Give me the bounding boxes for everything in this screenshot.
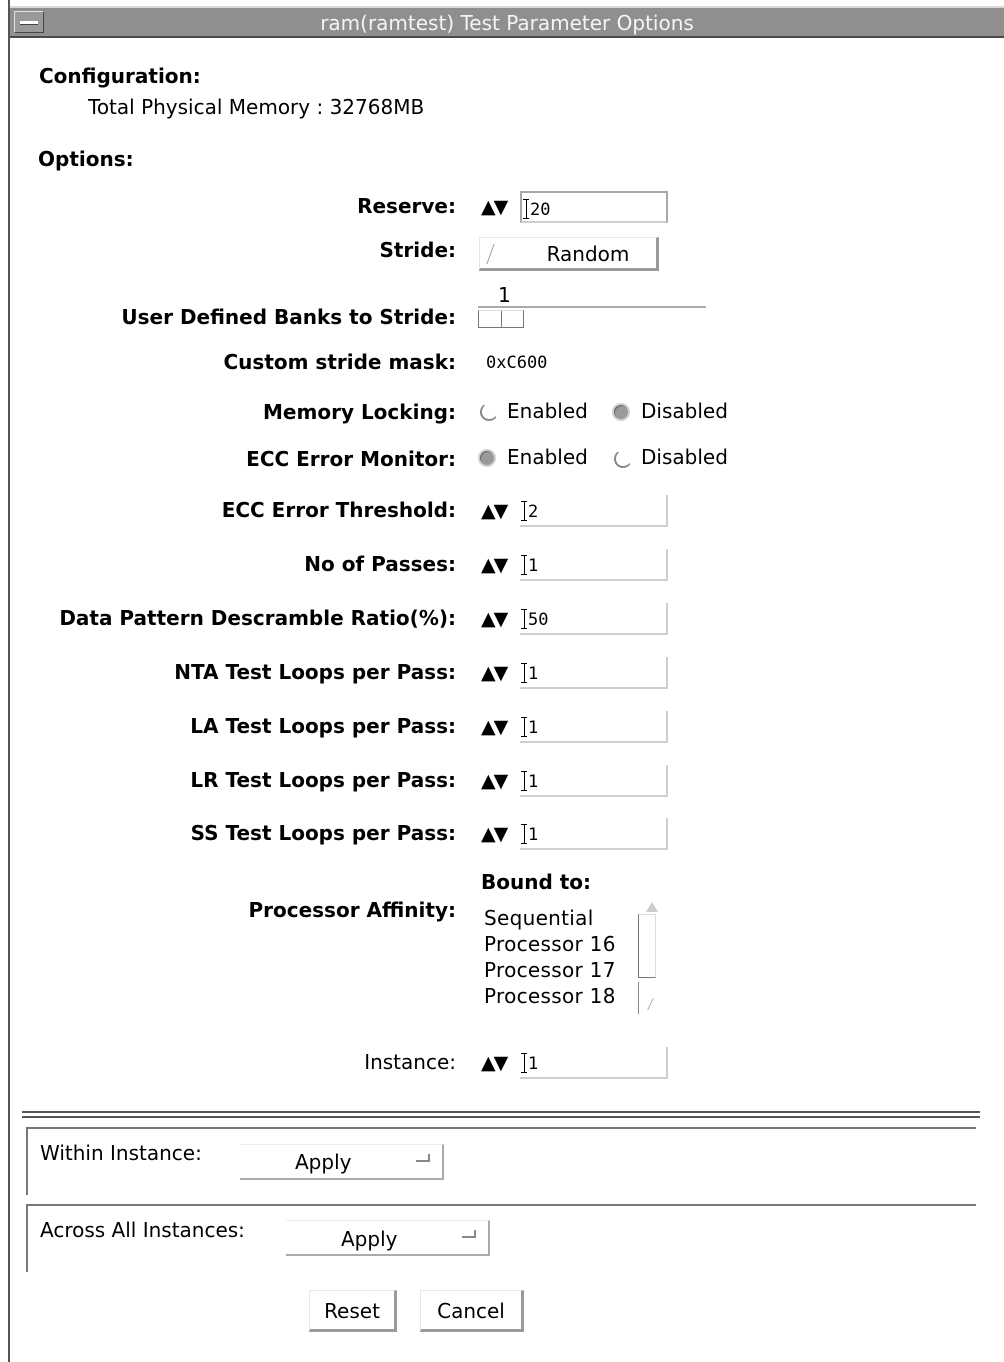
options-heading: Options: — [38, 147, 134, 171]
bound-to-label: Bound to: — [481, 870, 592, 894]
la-loops-spinner[interactable]: ▲▼ — [481, 716, 508, 738]
menu-mark-icon — [462, 1230, 476, 1238]
banks-slider-thumb[interactable] — [478, 310, 524, 328]
processor-list-scrollbar[interactable] — [638, 902, 658, 1014]
instance-label: Instance: — [364, 1050, 456, 1074]
ss-loops-spinner[interactable]: ▲▼ — [481, 823, 508, 845]
text-cursor — [521, 1053, 527, 1073]
passes-spinner[interactable]: ▲▼ — [481, 554, 508, 576]
descramble-label: Data Pattern Descramble Ratio(%): — [59, 606, 456, 630]
stride-mask-label: Custom stride mask: — [223, 350, 457, 374]
passes-label: No of Passes: — [304, 552, 456, 576]
list-item[interactable]: Sequential — [484, 906, 594, 930]
reserve-input[interactable]: 20 — [520, 191, 668, 223]
stride-mask-value: 0xC600 — [486, 353, 548, 373]
lr-loops-spinner[interactable]: ▲▼ — [481, 770, 508, 792]
memory-locking-enabled-radio[interactable] — [480, 403, 498, 421]
processor-affinity-list[interactable]: Sequential Processor 16 Processor 17 Pro… — [480, 902, 660, 1016]
text-cursor — [521, 771, 527, 791]
memory-locking-enabled-text: Enabled — [507, 399, 588, 423]
scroll-thumb[interactable] — [638, 914, 656, 978]
list-item[interactable]: Processor 18 — [484, 984, 616, 1008]
la-loops-input[interactable]: 1 — [520, 711, 668, 743]
ecc-monitor-disabled-radio[interactable] — [614, 450, 632, 468]
within-instance-label: Within Instance: — [40, 1141, 202, 1165]
window-left-border — [8, 0, 10, 1362]
ss-loops-input[interactable]: 1 — [520, 818, 668, 850]
la-loops-label: LA Test Loops per Pass: — [190, 714, 456, 738]
ecc-threshold-value: 2 — [528, 502, 539, 522]
nta-loops-spinner[interactable]: ▲▼ — [481, 662, 508, 684]
memory-locking-disabled-text: Disabled — [641, 399, 728, 423]
nta-loops-input[interactable]: 1 — [520, 657, 668, 689]
descramble-value: 50 — [528, 610, 549, 630]
stride-value: Random — [546, 242, 630, 266]
instance-value: 1 — [528, 1054, 539, 1074]
reserve-spinner[interactable]: ▲▼ — [481, 196, 508, 218]
memory-locking-disabled-radio[interactable] — [612, 403, 630, 421]
descramble-spinner[interactable]: ▲▼ — [481, 608, 508, 630]
scroll-up-icon[interactable] — [646, 902, 658, 912]
ss-loops-label: SS Test Loops per Pass: — [190, 821, 456, 845]
ecc-threshold-label: ECC Error Threshold: — [221, 498, 456, 522]
la-loops-value: 1 — [528, 718, 539, 738]
nta-loops-value: 1 — [528, 664, 539, 684]
title-bar[interactable]: ram(ramtest) Test Parameter Options — [10, 6, 1004, 38]
instance-spinner[interactable]: ▲▼ — [481, 1052, 508, 1074]
across-instances-apply-text: Apply — [341, 1227, 398, 1251]
instance-input[interactable]: 1 — [520, 1047, 668, 1079]
text-cursor — [521, 717, 527, 737]
menu-mark-icon — [416, 1154, 430, 1162]
ecc-threshold-spinner[interactable]: ▲▼ — [481, 500, 508, 522]
across-instances-label: Across All Instances: — [40, 1218, 245, 1242]
scroll-track[interactable] — [638, 982, 639, 1014]
text-cursor — [521, 501, 527, 521]
ecc-monitor-enabled-text: Enabled — [507, 445, 588, 469]
across-instances-apply-menu[interactable]: Apply — [286, 1220, 490, 1256]
scroll-down-icon[interactable] — [647, 998, 656, 1010]
cancel-button[interactable]: Cancel — [420, 1290, 524, 1332]
total-memory-text: Total Physical Memory : 32768MB — [88, 95, 425, 119]
stride-label: Stride: — [379, 238, 456, 262]
list-item[interactable]: Processor 17 — [484, 958, 616, 982]
lr-loops-label: LR Test Loops per Pass: — [190, 768, 456, 792]
processor-affinity-label: Processor Affinity: — [248, 898, 456, 922]
text-cursor — [521, 663, 527, 683]
text-cursor — [521, 555, 527, 575]
stride-menu-button[interactable]: Random — [479, 237, 659, 271]
reset-button[interactable]: Reset — [309, 1290, 397, 1332]
banks-label: User Defined Banks to Stride: — [121, 305, 456, 329]
banks-slider-value: 1 — [498, 283, 511, 307]
ecc-threshold-input[interactable]: 2 — [520, 495, 668, 527]
passes-value: 1 — [528, 556, 539, 576]
text-cursor — [521, 609, 527, 629]
passes-input[interactable]: 1 — [520, 549, 668, 581]
window-title: ram(ramtest) Test Parameter Options — [320, 11, 694, 35]
ecc-monitor-label: ECC Error Monitor: — [246, 447, 456, 471]
ecc-monitor-enabled-radio[interactable] — [478, 449, 496, 467]
text-cursor — [523, 199, 529, 219]
reserve-value: 20 — [530, 200, 551, 220]
lr-loops-value: 1 — [528, 772, 539, 792]
separator-bottom — [22, 1116, 980, 1118]
nta-loops-label: NTA Test Loops per Pass: — [174, 660, 456, 684]
within-instance-apply-menu[interactable]: Apply — [240, 1144, 444, 1180]
stride-mask-input[interactable]: 0xC600 — [478, 346, 626, 378]
slider-grip-icon — [501, 311, 502, 327]
ss-loops-value: 1 — [528, 825, 539, 845]
within-instance-apply-text: Apply — [295, 1150, 352, 1174]
text-cursor — [521, 824, 527, 844]
banks-slider-track[interactable] — [478, 306, 706, 308]
list-item[interactable]: Processor 16 — [484, 932, 616, 956]
menu-slash-icon — [486, 244, 497, 264]
descramble-input[interactable]: 50 — [520, 603, 668, 635]
separator-top — [22, 1111, 980, 1113]
reserve-label: Reserve: — [357, 194, 456, 218]
configuration-heading: Configuration: — [39, 64, 201, 88]
ecc-monitor-disabled-text: Disabled — [641, 445, 728, 469]
memory-locking-label: Memory Locking: — [263, 400, 456, 424]
lr-loops-input[interactable]: 1 — [520, 765, 668, 797]
